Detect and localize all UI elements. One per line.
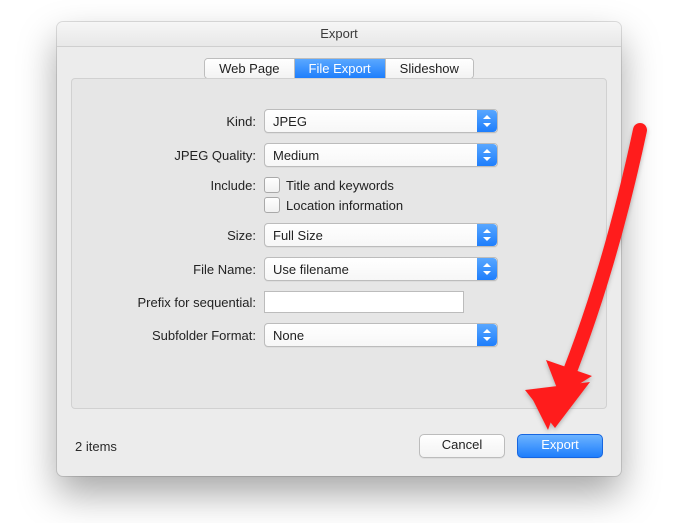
tab-bar: Web Page File Export Slideshow: [57, 58, 621, 79]
include-title-keywords-checkbox[interactable]: Title and keywords: [264, 177, 572, 193]
filename-value: Use filename: [273, 262, 349, 277]
item-count-label: 2 items: [75, 439, 407, 454]
include-location-checkbox[interactable]: Location information: [264, 197, 572, 213]
prefix-input[interactable]: [264, 291, 464, 313]
include-location-label: Location information: [286, 198, 403, 213]
dialog-footer: 2 items Cancel Export: [75, 432, 603, 460]
prefix-label: Prefix for sequential:: [106, 295, 264, 310]
include-label: Include:: [106, 178, 264, 193]
dropdown-arrows-icon: [477, 144, 497, 166]
size-label: Size:: [106, 228, 264, 243]
tab-web-page[interactable]: Web Page: [205, 59, 293, 78]
subfolder-label: Subfolder Format:: [106, 328, 264, 343]
subfolder-value: None: [273, 328, 304, 343]
size-select[interactable]: Full Size: [264, 223, 498, 247]
filename-label: File Name:: [106, 262, 264, 277]
filename-select[interactable]: Use filename: [264, 257, 498, 281]
include-title-keywords-label: Title and keywords: [286, 178, 394, 193]
quality-value: Medium: [273, 148, 319, 163]
export-dialog: Export Web Page File Export Slideshow Ki…: [57, 22, 621, 476]
window-title: Export: [57, 22, 621, 47]
tab-slideshow[interactable]: Slideshow: [385, 59, 473, 78]
dropdown-arrows-icon: [477, 110, 497, 132]
options-pane: Kind: JPEG JPEG Quality: Medium: [71, 78, 607, 409]
tab-file-export[interactable]: File Export: [294, 59, 385, 78]
dropdown-arrows-icon: [477, 258, 497, 280]
export-button[interactable]: Export: [517, 434, 603, 458]
quality-label: JPEG Quality:: [106, 148, 264, 163]
checkbox-icon: [264, 197, 280, 213]
kind-label: Kind:: [106, 114, 264, 129]
quality-select[interactable]: Medium: [264, 143, 498, 167]
size-value: Full Size: [273, 228, 323, 243]
subfolder-select[interactable]: None: [264, 323, 498, 347]
dropdown-arrows-icon: [477, 324, 497, 346]
kind-select[interactable]: JPEG: [264, 109, 498, 133]
checkbox-icon: [264, 177, 280, 193]
cancel-button[interactable]: Cancel: [419, 434, 505, 458]
dropdown-arrows-icon: [477, 224, 497, 246]
kind-value: JPEG: [273, 114, 307, 129]
